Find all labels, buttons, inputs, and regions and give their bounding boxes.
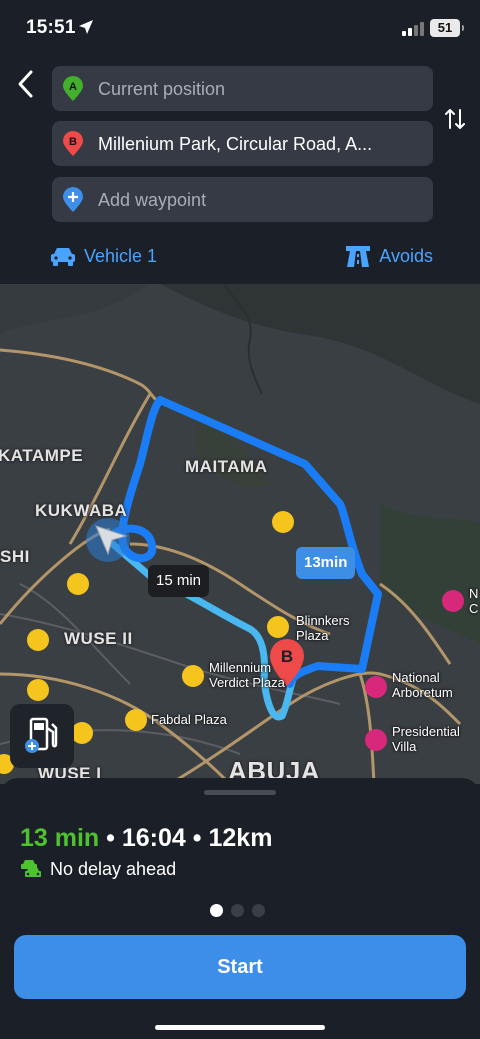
arrival-time: 16:04 — [121, 824, 186, 852]
start-pin-icon: A — [63, 76, 83, 101]
sheet-grabber[interactable] — [204, 790, 276, 795]
destination-field[interactable]: B Millenium Park, Circular Road, A... — [52, 121, 433, 166]
page-dot[interactable] — [210, 904, 223, 917]
home-indicator — [155, 1025, 325, 1030]
avoids-label: Avoids — [379, 245, 433, 266]
start-pin-letter: A — [69, 81, 77, 93]
vehicle-label: Vehicle 1 — [84, 245, 158, 266]
highway-icon — [346, 246, 371, 267]
location-arrow-icon — [79, 20, 93, 34]
poi-label-fabdal: Fabdal Plaza — [151, 712, 227, 727]
poi-label-edge: N C — [469, 586, 479, 616]
route-duration: 13 min — [20, 824, 100, 852]
start-input[interactable]: Current position — [98, 79, 423, 100]
navigation-screen: 15:51 51 A Current position B Millenium … — [0, 0, 480, 1039]
area-label-kukwaba: KUKWABA — [35, 501, 128, 520]
signal-icon — [402, 22, 424, 36]
fuel-pump-icon — [25, 717, 58, 753]
add-waypoint-pin-icon — [63, 187, 83, 212]
waypoint-field[interactable]: Add waypoint — [52, 177, 433, 222]
destination-pin-letter: B — [69, 136, 77, 148]
vehicle-button[interactable]: Vehicle 1 — [50, 244, 157, 268]
page-dot[interactable] — [231, 904, 244, 917]
swap-arrows-icon[interactable] — [444, 106, 466, 132]
traffic-status: No delay ahead — [20, 858, 176, 880]
map-view[interactable]: B KATAMPE MAITAMA KUKWABA SHI WUSE II WU… — [0, 284, 480, 784]
battery-indicator: 51 — [430, 19, 464, 37]
avoids-button[interactable]: Avoids — [345, 244, 433, 268]
area-label-wuse-ii: WUSE II — [64, 629, 133, 648]
summary-separator: • — [192, 824, 202, 852]
back-chevron-icon[interactable] — [12, 66, 40, 102]
poi-label-presidential-villa: Presidential Villa — [392, 724, 460, 754]
area-label-shi: SHI — [0, 547, 30, 566]
start-button[interactable]: Start — [14, 935, 466, 999]
route-summary: 13 min • 16:04 • 12km — [20, 824, 272, 853]
start-field[interactable]: A Current position — [52, 66, 433, 111]
area-label-katampe: KATAMPE — [0, 446, 84, 465]
waypoint-input[interactable]: Add waypoint — [98, 190, 423, 211]
route-form: A Current position B Millenium Park, Cir… — [0, 56, 480, 284]
delay-text: No delay ahead — [50, 858, 177, 879]
fuel-station-button[interactable] — [10, 704, 74, 768]
area-label-maitama: MAITAMA — [185, 457, 268, 476]
poi-label-national-arboretum: National Arboretum — [392, 670, 453, 700]
route-distance: 12km — [208, 824, 273, 852]
status-bar: 15:51 51 — [0, 0, 480, 56]
page-dot[interactable] — [252, 904, 265, 917]
traffic-cars-icon — [21, 860, 41, 877]
main-route-time-chip[interactable]: 13min — [296, 547, 356, 579]
destination-pin-icon: B — [63, 131, 83, 156]
car-icon — [51, 248, 75, 266]
route-summary-sheet: 13 min • 16:04 • 12km No delay ahead Sta… — [0, 778, 480, 1039]
summary-separator: • — [106, 824, 115, 852]
poi-label-blinnkers: Blinnkers Plaza — [296, 613, 350, 643]
page-indicator[interactable] — [210, 904, 265, 917]
status-time: 15:51 — [26, 17, 76, 38]
destination-input[interactable]: Millenium Park, Circular Road, A... — [98, 134, 423, 155]
poi-label-millennium: Millennium Verdict Plaza — [209, 660, 285, 690]
alt-route-time-chip[interactable]: 15 min — [148, 565, 210, 597]
